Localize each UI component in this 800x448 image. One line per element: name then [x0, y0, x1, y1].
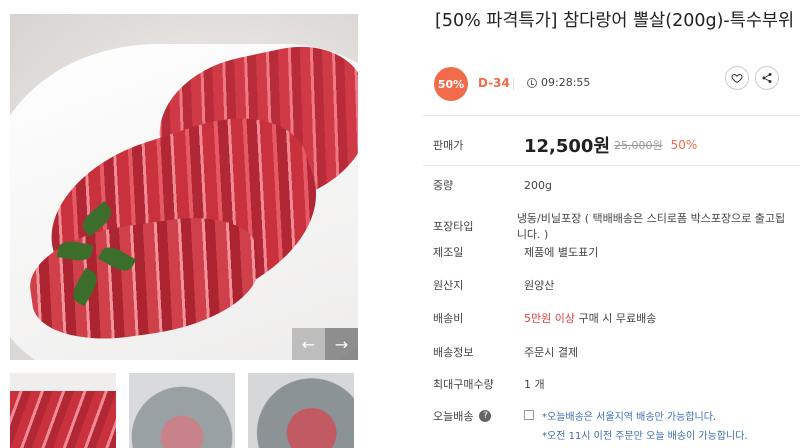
origin-label: 원산지: [433, 279, 464, 292]
heart-icon: [731, 73, 743, 84]
sale-price: 12,500원: [524, 136, 611, 157]
shipping-fee-text: 구매 시 무료배송: [574, 312, 657, 325]
divider: [423, 165, 800, 166]
today-delivery-row: 오늘배송 ? *오늘배송은 서울지역 배송만 가능합니다. *오전 11시 이전…: [433, 408, 793, 442]
original-price: 25,000원: [614, 139, 663, 152]
today-delivery-note-1: *오늘배송은 서울지역 배송만 가능합니다.: [542, 412, 717, 423]
arrow-left-icon: ←: [301, 334, 316, 354]
help-icon[interactable]: ?: [479, 410, 492, 422]
share-button[interactable]: [755, 66, 779, 90]
discount-badge: 50%: [434, 67, 468, 101]
thumbnail-3[interactable]: [248, 373, 354, 448]
weight-row: 중량 200g: [433, 177, 793, 193]
discount-rate: 50%: [670, 138, 698, 152]
max-qty-row: 최대구매수량 1 개: [433, 376, 793, 392]
packaging-value: 냉동/비닐포장 ( 택배배송은 스티로폼 박스포장으로 출고됩니다. ): [516, 212, 786, 241]
shipping-info-row: 배송정보 주문시 결제: [433, 344, 793, 360]
countdown-timer: 09:28:55: [527, 76, 590, 89]
weight-label: 중량: [433, 179, 454, 192]
thumbnail-2[interactable]: [129, 373, 235, 448]
thumbnail-1[interactable]: [10, 373, 116, 448]
shipping-fee-row: 배송비 5만원 이상 구매 시 무료배송: [433, 310, 793, 326]
price-row: 판매가 12,500원 25,000원 50%: [433, 134, 793, 157]
shipping-info-label: 배송정보: [433, 346, 474, 359]
gallery-next-button[interactable]: →: [325, 328, 358, 360]
manufacture-row: 제조일 제품에 별도표기: [433, 244, 793, 260]
origin-row: 원산지 원양산: [433, 277, 793, 293]
product-detail-page: ← → [50% 파격특가] 참다랑어 뽈살(200g)-특수부위 50% D-…: [0, 0, 800, 448]
manufacture-label: 제조일: [433, 246, 464, 259]
max-qty-label: 최대구매수량: [433, 378, 494, 391]
dday-label: D-34: [478, 76, 510, 90]
shipping-info-value: 주문시 결제: [524, 346, 579, 359]
packaging-label: 포장타입: [433, 220, 474, 233]
today-delivery-note-2: *오전 11시 이전 주문만 오늘 배송이 가능합니다.: [542, 431, 748, 442]
today-delivery-notes: *오늘배송은 서울지역 배송만 가능합니다. *오전 11시 이전 주문만 오늘…: [542, 408, 748, 442]
today-delivery-label-wrap: 오늘배송 ?: [433, 408, 524, 424]
free-shipping-threshold: 5만원 이상: [524, 312, 575, 325]
origin-value: 원양산: [524, 279, 555, 292]
max-qty-value: 1 개: [524, 378, 545, 391]
main-product-image: [10, 14, 358, 360]
manufacture-value: 제품에 별도표기: [524, 246, 599, 259]
gallery-prev-button[interactable]: ←: [292, 328, 325, 360]
divider: [513, 78, 514, 90]
product-title: [50% 파격특가] 참다랑어 뽈살(200g)-특수부위: [435, 11, 795, 31]
divider: [423, 115, 800, 116]
weight-value: 200g: [524, 178, 552, 192]
timer-value: 09:28:55: [541, 76, 591, 89]
price-label: 판매가: [433, 139, 464, 152]
today-delivery-label: 오늘배송: [433, 410, 474, 423]
share-icon: [762, 73, 772, 83]
clock-icon: [527, 77, 537, 88]
like-button[interactable]: [725, 66, 749, 90]
packaging-row: 포장타입 냉동/비닐포장 ( 택배배송은 스티로폼 박스포장으로 출고됩니다. …: [433, 210, 793, 242]
shipping-fee-label: 배송비: [433, 312, 464, 325]
today-delivery-checkbox[interactable]: [524, 410, 534, 420]
arrow-right-icon: →: [334, 334, 349, 354]
